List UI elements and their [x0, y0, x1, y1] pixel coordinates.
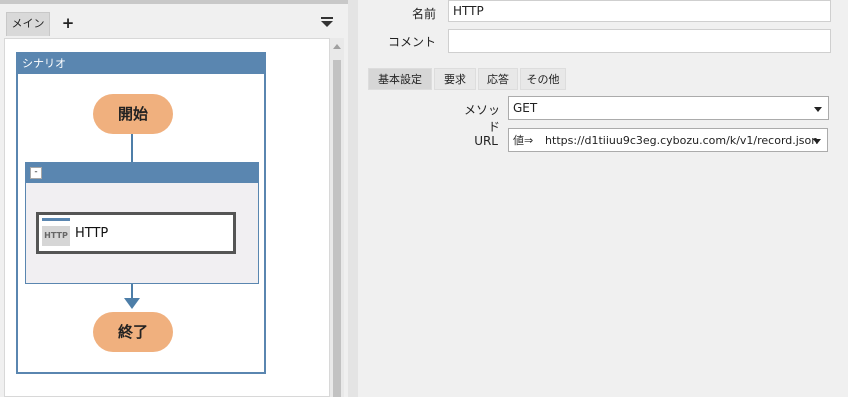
scroll-up-icon[interactable] — [333, 44, 341, 49]
scroll-thumb[interactable] — [333, 60, 341, 397]
tab-menu-icon[interactable] — [318, 14, 336, 32]
chevron-down-icon[interactable] — [813, 139, 821, 144]
http-icon: HTTP — [42, 226, 70, 246]
properties-panel: 名前 HTTP コメント 基本設定 要求 応答 その他 メソッド GET URL… — [348, 0, 848, 397]
http-block-label: HTTP — [75, 226, 109, 241]
method-label: メソッド — [463, 103, 500, 134]
collapse-button[interactable]: - — [30, 167, 42, 179]
tab-main[interactable]: メイン — [6, 12, 50, 36]
editor-tabbar: メイン + — [0, 4, 348, 38]
connector-line — [131, 134, 133, 162]
add-tab-button[interactable]: + — [60, 12, 76, 34]
name-field[interactable]: HTTP — [448, 0, 831, 22]
url-label: URL — [474, 134, 498, 148]
tab-other[interactable]: その他 — [520, 68, 566, 90]
start-node[interactable]: 開始 — [93, 94, 173, 134]
block-accent-bar — [42, 218, 70, 221]
comment-label: コメント — [388, 35, 437, 49]
url-select[interactable]: 値⇒ https://d1tiiuu9c3eg.cybozu.com/k/v1/… — [508, 128, 828, 152]
scenario-title: シナリオ — [18, 54, 264, 74]
chevron-down-icon[interactable] — [814, 107, 822, 112]
comment-field[interactable] — [448, 29, 831, 53]
arrow-down-icon — [124, 298, 140, 309]
name-label: 名前 — [411, 7, 436, 21]
connector-line — [131, 284, 133, 298]
group-header: - — [26, 163, 258, 183]
tab-basic-settings[interactable]: 基本設定 — [368, 68, 432, 90]
method-select[interactable]: GET — [508, 96, 829, 120]
tab-request[interactable]: 要求 — [434, 68, 476, 90]
url-value: https://d1tiiuu9c3eg.cybozu.com/k/v1/rec… — [545, 134, 819, 147]
url-prefix: 値⇒ — [513, 134, 534, 147]
method-value: GET — [513, 101, 538, 115]
tab-response[interactable]: 応答 — [478, 68, 518, 90]
panel-divider — [348, 0, 358, 397]
end-node[interactable]: 終了 — [93, 312, 173, 352]
http-action-block[interactable]: HTTP HTTP — [36, 212, 236, 254]
vertical-scrollbar[interactable] — [330, 38, 344, 397]
